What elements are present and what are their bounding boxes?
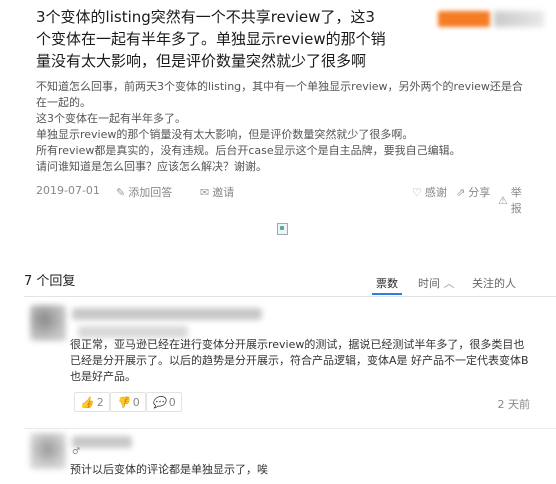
thumbs-down-icon: 👎 bbox=[116, 395, 130, 409]
question-date: 2019-07-01 bbox=[36, 184, 100, 197]
dislike-button[interactable]: 👎 0 bbox=[110, 392, 146, 412]
author-name-redacted bbox=[438, 11, 490, 27]
report-icon: ⚠ bbox=[498, 193, 508, 207]
body-paragraph: 不知道怎么回事，前两天3个变体的listing，其中有一个单独显示review，… bbox=[36, 80, 523, 109]
divider bbox=[24, 296, 556, 297]
author-avatar-redacted bbox=[494, 11, 544, 27]
answer-text: 很正常，亚马逊已经在进行变体分开展示review的测试，据说已经测试半年多了，很… bbox=[70, 338, 529, 383]
thanks-label: 感谢 bbox=[424, 186, 447, 199]
thumbs-up-icon: 👍 bbox=[80, 395, 94, 409]
broken-image-icon bbox=[277, 223, 288, 235]
answer-time: 2 天前 bbox=[497, 398, 531, 411]
username-redacted bbox=[72, 436, 132, 448]
tab-followed-people[interactable]: 关注的人 bbox=[472, 275, 516, 291]
divider bbox=[24, 428, 556, 429]
share-icon: ⇗ bbox=[456, 185, 466, 199]
answer-text: 预计以后变体的评论都是单独显示了，唉 bbox=[70, 463, 268, 476]
report-label: 举报 bbox=[510, 186, 522, 215]
add-answer-label: 添加回答 bbox=[128, 186, 173, 199]
chevron-up-icon: ︿ bbox=[443, 277, 455, 290]
comment-icon: 💬 bbox=[152, 395, 166, 409]
answers-count: 7 个回复 bbox=[24, 274, 76, 289]
question-body: 不知道怎么回事，前两天3个变体的listing，其中有一个单独显示review，… bbox=[36, 79, 528, 175]
tab-time-label: 时间 bbox=[418, 277, 440, 290]
add-answer-button[interactable]: ✎ 添加回答 bbox=[116, 184, 172, 200]
body-paragraph: 请问谁知道是怎么回事？应该怎么解决？谢谢。 bbox=[36, 160, 267, 173]
heart-icon: ♡ bbox=[412, 185, 422, 199]
avatar[interactable] bbox=[30, 433, 66, 469]
mail-icon: ✉ bbox=[200, 185, 210, 199]
body-paragraph: 所有review都是真实的，没有违规。后台开case显示这个是自主品牌，要我自己… bbox=[36, 144, 461, 157]
question-meta-bar: 2019-07-01 ✎ 添加回答 ✉ 邀请 ♡ 感谢 ⇗ 分享 ⚠ 举报 bbox=[36, 182, 528, 215]
like-count: 2 bbox=[96, 395, 104, 409]
body-paragraph: 这3个变体在一起有半年多了。 bbox=[36, 112, 186, 125]
tab-time[interactable]: 时间 ︿ bbox=[418, 275, 455, 291]
gender-male-icon: ♂ bbox=[72, 447, 81, 457]
avatar[interactable] bbox=[30, 305, 66, 341]
active-tab-indicator bbox=[372, 293, 402, 295]
tab-votes[interactable]: 票数 bbox=[376, 275, 398, 291]
question-title: 3个变体的listing突然有一个不共享review了，这3个变体在一起有半年多… bbox=[36, 8, 386, 70]
like-button[interactable]: 👍 2 bbox=[74, 392, 110, 412]
thanks-button[interactable]: ♡ 感谢 bbox=[412, 184, 447, 200]
invite-label: 邀请 bbox=[212, 186, 235, 199]
body-paragraph: 单独显示review的那个销量没有太大影响，但是评价数量突然就少了很多啊。 bbox=[36, 128, 414, 141]
pencil-icon: ✎ bbox=[116, 185, 126, 199]
comment-count: 0 bbox=[168, 395, 176, 409]
report-button[interactable]: ⚠ 举报 bbox=[498, 184, 528, 216]
comment-button[interactable]: 💬 0 bbox=[146, 392, 182, 412]
author-badge[interactable] bbox=[424, 8, 544, 30]
dislike-count: 0 bbox=[132, 395, 140, 409]
share-button[interactable]: ⇗ 分享 bbox=[456, 184, 490, 200]
share-label: 分享 bbox=[468, 186, 491, 199]
answer-actions: 👍 2 👎 0 💬 0 2 天前 bbox=[70, 392, 530, 414]
invite-button[interactable]: ✉ 邀请 bbox=[200, 184, 234, 200]
username-redacted bbox=[72, 308, 262, 320]
